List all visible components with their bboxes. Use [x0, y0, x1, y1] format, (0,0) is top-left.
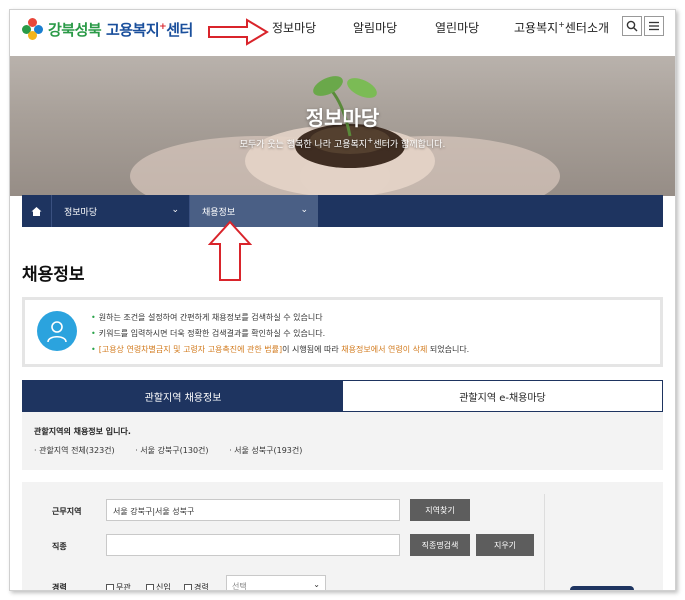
- career-select[interactable]: 선택 ⌄: [226, 575, 326, 590]
- tab-bar: 관할지역 채용정보 관할지역 e-채용마당: [22, 380, 663, 412]
- find-region-button[interactable]: 지역찾기: [410, 499, 470, 521]
- checkbox[interactable]: [146, 583, 154, 590]
- region-title: 관할지역의 채용정보 입니다.: [34, 427, 131, 436]
- chevron-down-icon: ⌄: [313, 580, 320, 589]
- nav-item-open[interactable]: 열린마당: [435, 19, 479, 36]
- region-link-all[interactable]: · 관할지역 전체(323건): [34, 446, 115, 455]
- nav-item-about[interactable]: 고용복지+센터소개: [514, 19, 609, 36]
- info-box: • 원하는 조건을 설정하여 간편하게 채용정보를 검색하실 수 있습니다 • 키워…: [22, 297, 663, 367]
- region-link-seongbuk[interactable]: · 서울 성북구(193건): [229, 446, 302, 455]
- nav-item-notice[interactable]: 알림마당: [353, 19, 397, 36]
- region-link-gangbuk[interactable]: · 서울 강북구(130건): [135, 446, 208, 455]
- red-arrow-up-annotation: [208, 220, 252, 281]
- menu-button[interactable]: [644, 16, 664, 36]
- chevron-down-icon: ⌄: [171, 205, 179, 215]
- tab-e-jobs[interactable]: 관할지역 e-채용마당: [343, 381, 662, 411]
- career-label: 경력: [52, 583, 67, 591]
- chevron-down-icon: ⌄: [300, 205, 308, 215]
- checkbox[interactable]: [184, 583, 192, 590]
- search-icon: [626, 20, 638, 32]
- nav-item-info[interactable]: 정보마당: [272, 19, 316, 36]
- location-input[interactable]: 서울 강북구|서울 성북구: [106, 499, 400, 521]
- job-name-search-button[interactable]: 직종명검색: [410, 534, 470, 556]
- career-option-new[interactable]: 신입: [146, 582, 171, 590]
- browser-frame: 강북성북 고용복지+센터 정보마당 알림마당 열린마당 고용복지+센터소개 정보…: [9, 9, 676, 591]
- job-type-input[interactable]: [106, 534, 400, 556]
- page-title: 채용정보: [22, 265, 85, 285]
- home-icon: [31, 206, 42, 216]
- hero-title: 정보마당: [305, 106, 380, 130]
- job-type-label: 직종: [52, 542, 67, 551]
- job-search-form: 근무지역 서울 강북구|서울 성북구 지역찾기 직종 직종명검색 지우기 경력 …: [22, 482, 663, 591]
- region-links: · 관할지역 전체(323건) · 서울 강북구(130건) · 서울 성북구(…: [34, 445, 320, 456]
- breadcrumb-home[interactable]: [22, 195, 52, 227]
- main-nav: 정보마당 알림마당 열린마당 고용복지+센터소개: [10, 19, 675, 39]
- clear-button[interactable]: 지우기: [476, 534, 534, 556]
- region-summary: 관할지역의 채용정보 입니다. · 관할지역 전체(323건) · 서울 강북구…: [22, 412, 663, 470]
- person-icon: [37, 311, 77, 351]
- hamburger-menu-icon: [649, 21, 659, 31]
- search-submit-button[interactable]: [570, 586, 634, 590]
- tab-local-jobs[interactable]: 관할지역 채용정보: [23, 381, 343, 411]
- hero-banner: 정보마당 모두가 웃는 행복한 나라 고용복지+센터가 함께합니다.: [10, 56, 675, 196]
- career-option-any[interactable]: 무관: [106, 582, 131, 590]
- breadcrumb-item-info[interactable]: 정보마당 ⌄: [52, 195, 190, 227]
- career-option-experienced[interactable]: 경력: [184, 582, 209, 590]
- form-divider: [544, 494, 545, 590]
- hero-subtitle: 모두가 웃는 행복한 나라 고용복지+센터가 함께합니다.: [239, 136, 446, 150]
- location-label: 근무지역: [52, 507, 82, 516]
- search-button[interactable]: [622, 16, 642, 36]
- checkbox[interactable]: [106, 583, 114, 590]
- site-header: 강북성북 고용복지+센터 정보마당 알림마당 열린마당 고용복지+센터소개: [10, 10, 675, 56]
- breadcrumb: 정보마당 ⌄ 채용정보 ⌄: [22, 195, 663, 227]
- info-text: • 원하는 조건을 설정하여 간편하게 채용정보를 검색하실 수 있습니다 • 키워…: [91, 313, 470, 354]
